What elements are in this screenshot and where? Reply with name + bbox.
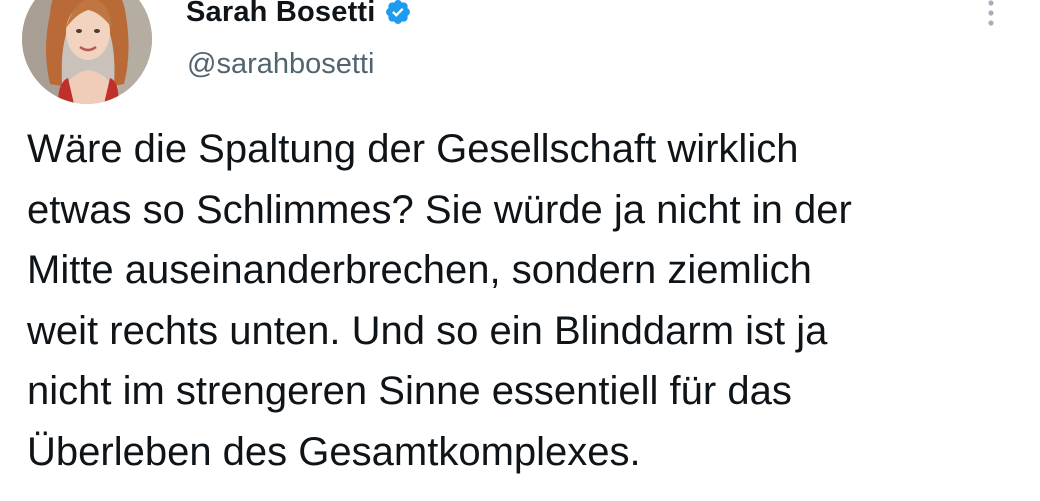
tweet-text-line: etwas so Schlimmes? Sie würde ja nicht i…: [27, 187, 852, 232]
tweet-text-line: nicht im strengeren Sinne essentiell für…: [27, 369, 792, 413]
tweet-text-line: Überleben des Gesamtkomplexes.: [27, 429, 641, 474]
tweet-text-line: Wäre die Spaltung der Gesellschaft wirkl…: [27, 127, 799, 171]
more-options-button[interactable]: [976, 0, 1006, 30]
tweet-text-line: weit rechts unten. Und so ein Blinddarm …: [27, 308, 828, 353]
author-display-name[interactable]: Sarah Bosetti: [186, 0, 376, 30]
more-vertical-icon: [988, 0, 994, 26]
avatar[interactable]: [22, 0, 152, 104]
author-name-row: Sarah Bosetti: [186, 0, 412, 30]
tweet-card: Sarah Bosetti @sarahbosetti Wäre die Spa…: [0, 0, 1040, 501]
tweet-text: Wäre die Spaltung der Gesellschaft wirkl…: [27, 119, 1017, 482]
author-handle[interactable]: @sarahbosetti: [187, 46, 374, 82]
avatar-image: [22, 0, 152, 104]
tweet-text-line: Mitte auseinanderbrechen, sondern ziemli…: [27, 248, 812, 292]
verified-badge-icon: [384, 0, 412, 26]
